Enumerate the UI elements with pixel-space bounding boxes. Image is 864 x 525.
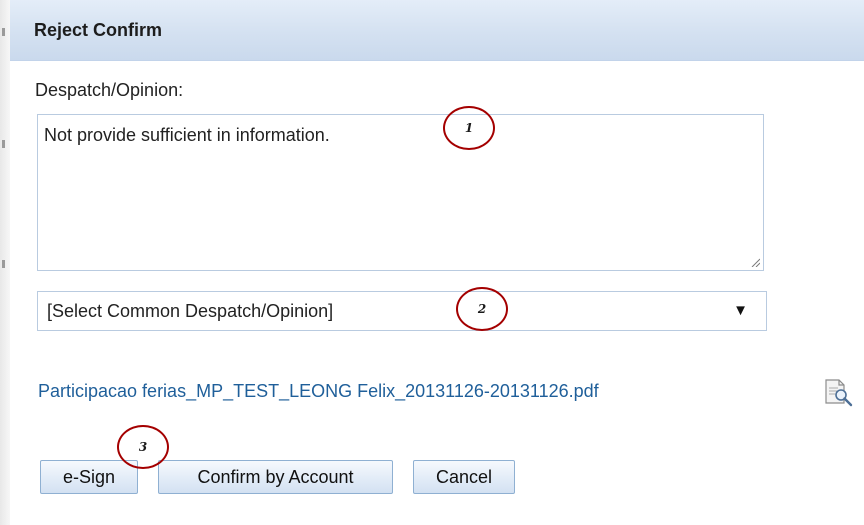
annotation-marker: 1	[443, 106, 495, 150]
despatch-textarea[interactable]: Not provide sufficient in information.	[37, 114, 764, 271]
dropdown-arrow-icon[interactable]: ▼	[733, 302, 748, 319]
edge-mark	[2, 28, 5, 36]
edge-mark	[2, 260, 5, 268]
attachment-link[interactable]: Participacao ferias_MP_TEST_LEONG Felix_…	[38, 381, 599, 402]
esign-button[interactable]: e-Sign	[40, 460, 138, 494]
document-search-icon[interactable]	[823, 378, 857, 408]
dialog-titlebar[interactable]: Reject Confirm	[10, 0, 864, 61]
common-despatch-select[interactable]: [Select Common Despatch/Opinion] ▼	[37, 291, 767, 331]
common-despatch-selected: [Select Common Despatch/Opinion]	[47, 301, 334, 321]
despatch-label: Despatch/Opinion:	[35, 80, 184, 100]
dialog-title: Reject Confirm	[34, 20, 163, 40]
annotation-marker: 2	[456, 287, 508, 331]
despatch-text: Not provide sufficient in information.	[44, 125, 330, 145]
cancel-button[interactable]: Cancel	[413, 460, 515, 494]
resize-grip-icon[interactable]	[750, 257, 760, 267]
confirm-by-account-button[interactable]: Confirm by Account	[158, 460, 393, 494]
edge-mark	[2, 140, 5, 148]
annotation-marker: 3	[117, 425, 169, 469]
